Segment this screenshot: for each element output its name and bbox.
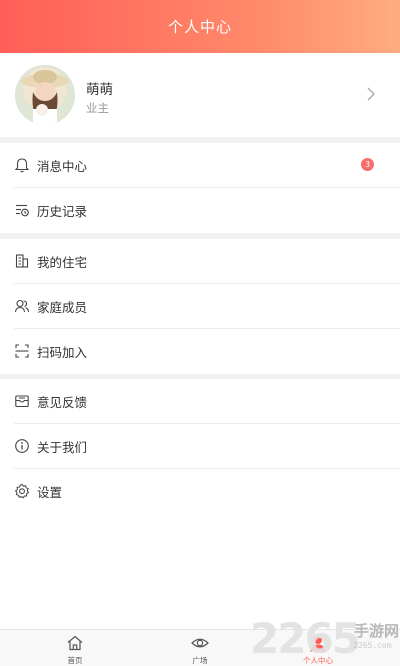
history-list-icon [16,204,29,217]
home-icon [67,635,83,651]
chevron-right-icon[interactable] [364,87,378,101]
watermark-logo: 2265 手游网 2265.com [250,614,400,666]
page-header: 个人中心 [0,0,400,53]
menu-item-label: 历史记录 [37,204,88,219]
unread-badge: 3 [361,158,374,171]
feedback-mail-icon [15,395,29,408]
menu-item-label: 家庭成员 [37,300,88,315]
menu-item-label: 消息中心 [37,159,88,174]
page-title: 个人中心 [167,18,232,36]
menu-item-label: 扫码加入 [37,345,88,360]
profile-name: 萌萌 [86,82,113,98]
watermark-number: 2265 [250,614,361,663]
menu-item-history[interactable]: 历史记录 [0,188,400,233]
menu-item-label: 意见反馈 [37,395,88,410]
menu-item-label: 关于我们 [37,440,88,455]
tab-label: 首页 [67,656,83,665]
watermark-text: 手游网 [354,622,400,640]
people-icon [14,299,30,313]
menu-item-messages[interactable]: 消息中心 3 [0,143,400,188]
gear-icon [14,483,30,499]
menu-item-feedback[interactable]: 意见反馈 [0,379,400,424]
profile-card[interactable]: 萌萌 业主 [0,53,400,137]
watermark-url: 2265.com [353,641,392,650]
menu-item-scan-join[interactable]: 扫码加入 [0,329,400,374]
menu-item-settings[interactable]: 设置 [0,469,400,514]
scan-icon [15,344,29,358]
profile-role: 业主 [86,101,109,115]
menu-item-my-residence[interactable]: 我的住宅 [0,239,400,284]
menu-item-label: 我的住宅 [37,255,88,270]
info-icon [15,439,29,453]
tab-label: 广场 [192,656,208,665]
menu-item-about-us[interactable]: 关于我们 [0,424,400,469]
menu-item-family-members[interactable]: 家庭成员 [0,284,400,329]
menu-item-label: 设置 [37,485,63,500]
avatar[interactable] [15,65,75,125]
tab-square[interactable]: 广场 [160,630,240,666]
building-icon [15,254,29,268]
bell-icon [14,158,30,173]
eye-icon [191,638,209,648]
tab-home[interactable]: 首页 [35,630,115,666]
